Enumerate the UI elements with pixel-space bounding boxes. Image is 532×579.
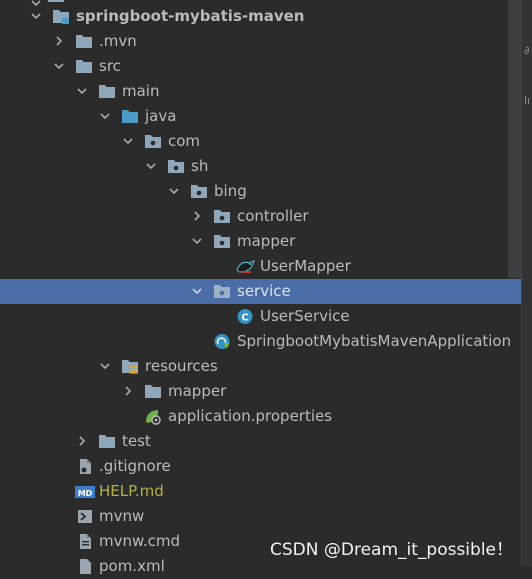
gutter-glyph: ∂	[524, 44, 530, 57]
tree-label: HELP.md	[99, 482, 164, 500]
tree-label: mvnw.cmd	[99, 532, 181, 550]
module-folder-icon	[53, 10, 69, 24]
tree-row-bing[interactable]: bing	[0, 179, 521, 204]
scrollbar-thumb[interactable]	[508, 0, 521, 278]
tree-label: java	[145, 107, 177, 125]
class-icon: C	[237, 309, 253, 324]
md-badge-text: MD	[78, 489, 93, 498]
package-icon	[214, 285, 230, 298]
folder-icon	[99, 85, 115, 98]
editor-gutter: ∂ lı	[521, 0, 532, 566]
tree-label: sh	[191, 157, 209, 175]
tree-row-src[interactable]: src	[0, 54, 521, 79]
tree-label: application.properties	[168, 407, 333, 425]
tree-row-controller[interactable]: controller	[0, 204, 521, 229]
module-icon	[48, 0, 64, 2]
chevron-right-icon[interactable]	[53, 35, 65, 47]
watermark: CSDN @Dream_it_possible！	[270, 540, 514, 560]
tree-label: com	[168, 132, 201, 150]
chevron-down-icon[interactable]	[76, 85, 88, 97]
tree-row-main[interactable]: main	[0, 79, 521, 104]
tree-row-application-properties[interactable]: application.properties	[0, 404, 521, 429]
tree-label: main	[122, 82, 160, 100]
tree-label: UserService	[260, 307, 350, 325]
tree-label: mapper	[168, 382, 227, 400]
gutter-glyph: lı	[524, 94, 531, 107]
package-icon	[191, 185, 207, 198]
chevron-down-icon[interactable]	[30, 10, 42, 22]
chevron-right-icon[interactable]	[191, 210, 203, 222]
chevron-down-icon[interactable]	[53, 60, 65, 72]
tree-label: UserMapper	[260, 257, 351, 275]
chevron-down-icon[interactable]	[191, 235, 203, 247]
spring-properties-icon	[146, 410, 161, 425]
package-icon	[168, 160, 184, 173]
chevron-down-icon[interactable]	[99, 110, 111, 122]
folder-icon	[145, 385, 161, 398]
project-tree: springboot-mybatis-maven .mvn src main j…	[0, 0, 521, 575]
tree-row-help-md[interactable]: MD HELP.md	[0, 479, 521, 504]
spring-boot-class-icon	[214, 334, 230, 349]
tree-label: service	[237, 282, 291, 300]
tree-label: mapper	[237, 232, 296, 250]
mybatis-bird-icon	[236, 260, 255, 273]
tree-label: .gitignore	[99, 457, 171, 475]
tree-row-user-service[interactable]: C UserService	[0, 304, 521, 329]
tree-label: .mvn	[99, 32, 137, 50]
folder-icon	[76, 60, 92, 73]
chevron-down-icon[interactable]	[168, 185, 180, 197]
markdown-file-icon: MD	[75, 486, 95, 498]
ignore-file-icon	[80, 459, 91, 474]
class-badge-letter: C	[241, 313, 248, 324]
tree-label: test	[122, 432, 151, 450]
tree-row-application-class[interactable]: SpringbootMybatisMavenApplication	[0, 329, 521, 354]
tree-label: controller	[237, 207, 309, 225]
tree-row-mvn[interactable]: .mvn	[0, 29, 521, 54]
folder-icon	[76, 35, 92, 48]
package-icon	[214, 210, 230, 223]
tree-label: bing	[214, 182, 247, 200]
project-name: springboot-mybatis-maven	[76, 7, 305, 25]
tree-label: src	[99, 57, 121, 75]
tree-row-project[interactable]: springboot-mybatis-maven	[0, 4, 521, 29]
maven-file-icon	[80, 559, 91, 574]
tree-label: resources	[145, 357, 218, 375]
tree-label: SpringbootMybatisMavenApplication	[237, 332, 512, 350]
chevron-down-icon[interactable]	[122, 135, 134, 147]
tree-label: pom.xml	[99, 557, 165, 575]
tree-row-com[interactable]: com	[0, 129, 521, 154]
tree-row-resources[interactable]: resources	[0, 354, 521, 379]
tree-row-java[interactable]: java	[0, 104, 521, 129]
chevron-down-icon[interactable]	[145, 160, 157, 172]
tree-row-mvnw[interactable]: mvnw	[0, 504, 521, 529]
folder-icon	[99, 435, 115, 448]
chevron-right-icon[interactable]	[76, 435, 88, 447]
chevron-right-icon[interactable]	[122, 385, 134, 397]
text-file-icon	[80, 534, 91, 549]
tree-row-mapper[interactable]: mapper	[0, 229, 521, 254]
tree-row-sh[interactable]: sh	[0, 154, 521, 179]
package-icon	[145, 135, 161, 148]
shell-script-icon	[78, 510, 92, 523]
tree-row-test[interactable]: test	[0, 429, 521, 454]
tree-row-gitignore[interactable]: .gitignore	[0, 454, 521, 479]
tree-row-service[interactable]: service	[0, 279, 521, 304]
chevron-down-icon[interactable]	[191, 285, 203, 297]
tree-row-resources-mapper[interactable]: mapper	[0, 379, 521, 404]
package-icon	[214, 235, 230, 248]
source-folder-icon	[122, 110, 138, 123]
tree-label: mvnw	[99, 507, 145, 525]
resources-folder-icon	[122, 360, 138, 374]
chevron-down-icon[interactable]	[99, 360, 111, 372]
tree-row-user-mapper[interactable]: UserMapper	[0, 254, 521, 279]
